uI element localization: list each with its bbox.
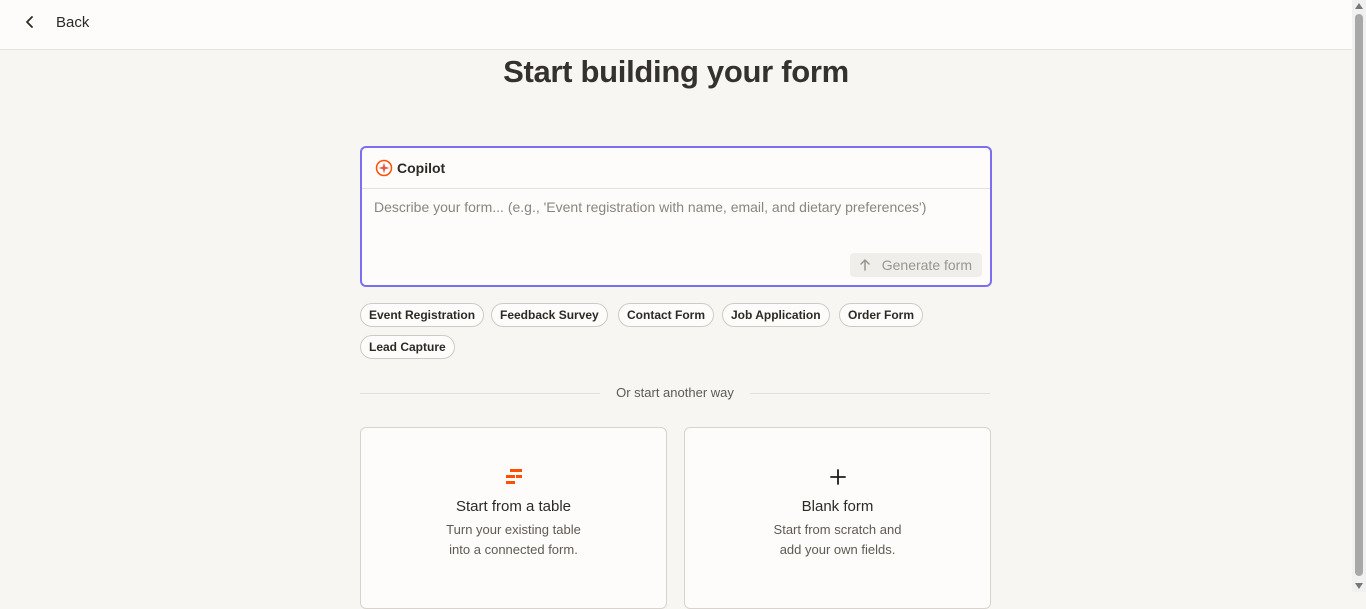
table-icon [505,469,522,484]
chip-lead-capture[interactable]: Lead Capture [360,335,455,359]
card-description-line: into a connected form. [449,542,578,557]
top-bar: Back [0,0,1352,50]
chevron-left-icon [26,16,33,28]
chip-feedback-survey[interactable]: Feedback Survey [491,303,608,327]
start-from-table-card[interactable]: Start from a table Turn your existing ta… [360,427,667,609]
chip-contact-form[interactable]: Contact Form [618,303,714,327]
chip-event-registration[interactable]: Event Registration [360,303,485,327]
arrow-up-icon [859,259,870,271]
copilot-name: Copilot [397,160,446,176]
chip-job-application[interactable]: Job Application [722,303,830,327]
copilot-logo-icon [375,159,393,177]
blank-form-card[interactable]: Blank form Start from scratch and add yo… [684,427,991,609]
copilot-header: Copilot [362,148,990,189]
card-description-line: Start from scratch and [773,522,902,537]
card-description: Turn your existing table into a connecte… [361,520,666,560]
card-title: Start from a table [455,498,572,515]
form-description-input[interactable] [362,189,990,239]
divider-line-left [360,393,600,394]
card-description-line: add your own fields. [779,542,896,557]
back-button[interactable]: Back [22,11,89,33]
card-description: Start from scratch and add your own fiel… [685,520,990,560]
chip-order-form[interactable]: Order Form [839,303,924,327]
scroll-up-arrow-icon[interactable] [1355,3,1363,9]
page-title: Start building your form [503,54,849,89]
copilot-panel: Copilot Generate form [360,146,992,287]
card-title: Blank form [801,498,874,515]
generate-form-label: Generate form [881,257,972,273]
back-label: Back [56,13,90,31]
card-description-line: Turn your existing table [446,522,581,537]
plus-icon [829,469,846,485]
divider-line-right [750,393,990,394]
generate-form-button[interactable]: Generate form [849,253,982,277]
vertical-scrollbar[interactable] [1352,0,1366,592]
divider-label: Or start another way [616,385,734,400]
scroll-down-arrow-icon[interactable] [1355,583,1363,589]
scrollbar-thumb[interactable] [1355,14,1363,576]
